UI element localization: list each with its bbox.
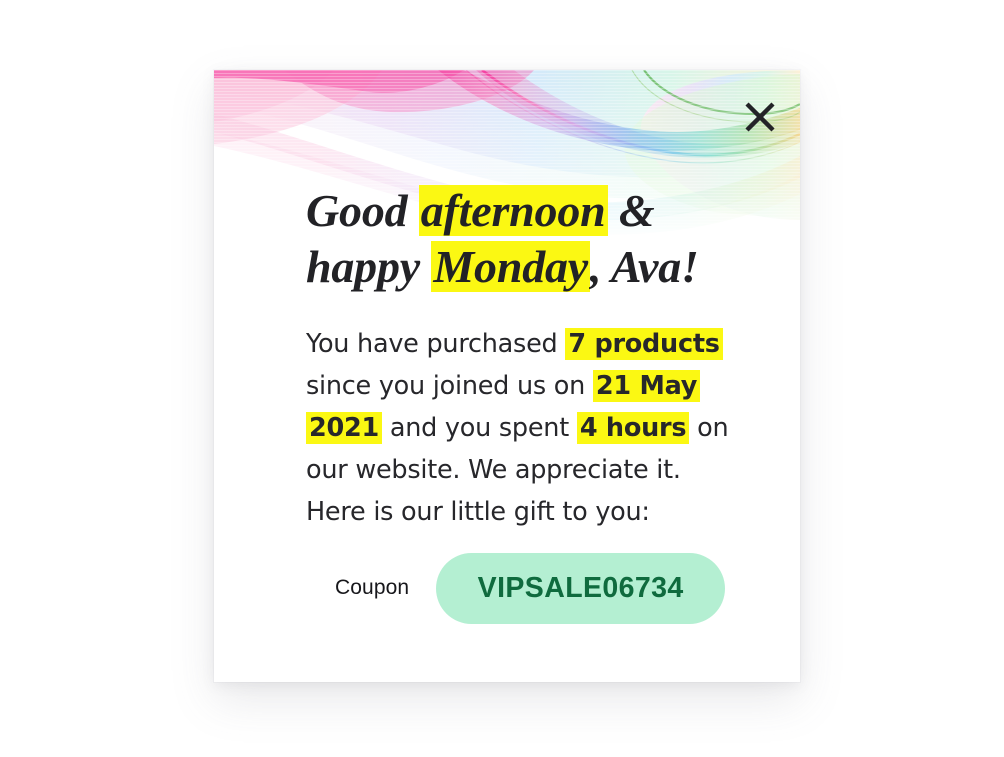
coupon-code-button[interactable]: VIPSALE06734 [436, 552, 726, 624]
vip-greeting-modal: Good afternoon & happy Monday, Ava! You … [214, 70, 800, 682]
coupon-code-text: VIPSALE06734 [477, 571, 684, 604]
page-canvas: Good afternoon & happy Monday, Ava! You … [0, 0, 1004, 757]
body-highlight-time-spent: 4 hours [576, 412, 690, 444]
coupon-row: Coupon VIPSALE06734 [335, 552, 759, 624]
modal-content: Good afternoon & happy Monday, Ava! You … [306, 183, 776, 533]
body-highlight-products: 7 products [565, 328, 723, 360]
close-modal-button[interactable] [733, 90, 787, 144]
greeting-body-text: You have purchased 7 products since you … [306, 323, 746, 533]
headline-highlight-weekday: Monday [431, 241, 591, 292]
body-segment-3: and you spent [381, 413, 577, 443]
headline-highlight-time-of-day: afternoon [418, 185, 608, 236]
greeting-headline: Good afternoon & happy Monday, Ava! [306, 183, 758, 295]
coupon-label: Coupon [335, 576, 410, 599]
headline-segment-username: , Ava! [590, 241, 699, 292]
body-segment-1: You have purchased [306, 329, 566, 359]
headline-segment-plain: Good [306, 185, 419, 236]
body-segment-2: since you joined us on [306, 371, 593, 401]
close-icon [745, 102, 775, 132]
